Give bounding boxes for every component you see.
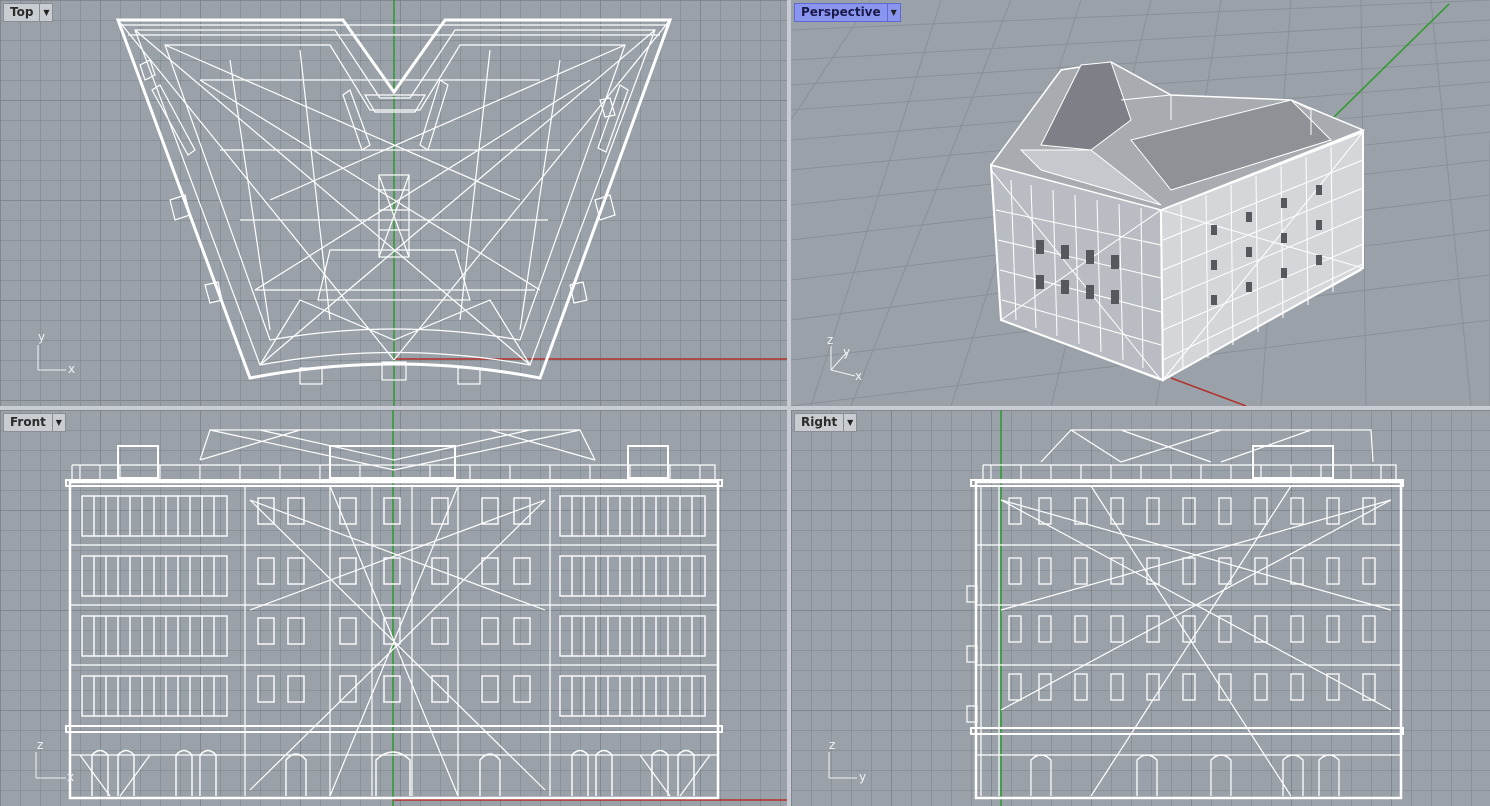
tab-perspective[interactable]: Perspective ▼ (794, 3, 901, 22)
x-axis-line (1170, 377, 1247, 406)
axis-gizmo: y x (37, 330, 75, 376)
vertical-splitter[interactable] (787, 0, 791, 806)
gizmo-axis-label: z (829, 738, 835, 752)
perspective-view-wireframe: z y x (791, 0, 1490, 406)
axis-gizmo: z y (828, 738, 866, 784)
viewport-front[interactable]: z x Front ▼ (0, 410, 787, 806)
gizmo-axis-label: y (38, 330, 45, 344)
right-view-wireframe: z y (828, 410, 1404, 806)
gizmo-axis-label: y (859, 770, 866, 784)
window-grid-side (1008, 497, 1376, 796)
chevron-down-icon[interactable]: ▼ (51, 414, 65, 431)
tab-front[interactable]: Front ▼ (3, 413, 66, 432)
viewport-title: Front (10, 415, 46, 429)
horizontal-splitter[interactable] (0, 406, 1490, 410)
viewport-title: Right (801, 415, 838, 429)
gizmo-axis-label: x (855, 369, 862, 383)
viewport-title: Top (10, 5, 34, 19)
y-axis-line (1330, 3, 1450, 121)
chevron-down-icon[interactable]: ▼ (39, 4, 52, 21)
viewport-title: Perspective (801, 5, 881, 19)
top-view-wireframe: y x (37, 0, 787, 406)
tab-right[interactable]: Right ▼ (794, 413, 858, 432)
gizmo-axis-label: z (37, 738, 43, 752)
building-front-wireframe (65, 429, 723, 800)
chevron-down-icon[interactable]: ▼ (843, 414, 856, 431)
gizmo-axis-label: x (68, 362, 75, 376)
building-model (989, 61, 1365, 382)
gizmo-axis-label: y (843, 345, 850, 359)
viewport-perspective[interactable]: z y x Perspective ▼ (791, 0, 1490, 406)
viewport-top[interactable]: y x Top ▼ (0, 0, 787, 406)
tab-top[interactable]: Top ▼ (3, 3, 54, 22)
axis-gizmo: z x (35, 738, 74, 784)
gizmo-axis-label: x (67, 770, 74, 784)
chevron-down-icon[interactable]: ▼ (886, 4, 900, 21)
axis-gizmo: z y x (827, 333, 862, 383)
viewport-right[interactable]: z y Right ▼ (791, 410, 1490, 806)
building-side-wireframe (966, 429, 1404, 800)
front-view-wireframe: z x (35, 410, 787, 806)
gizmo-axis-label: z (827, 333, 833, 347)
